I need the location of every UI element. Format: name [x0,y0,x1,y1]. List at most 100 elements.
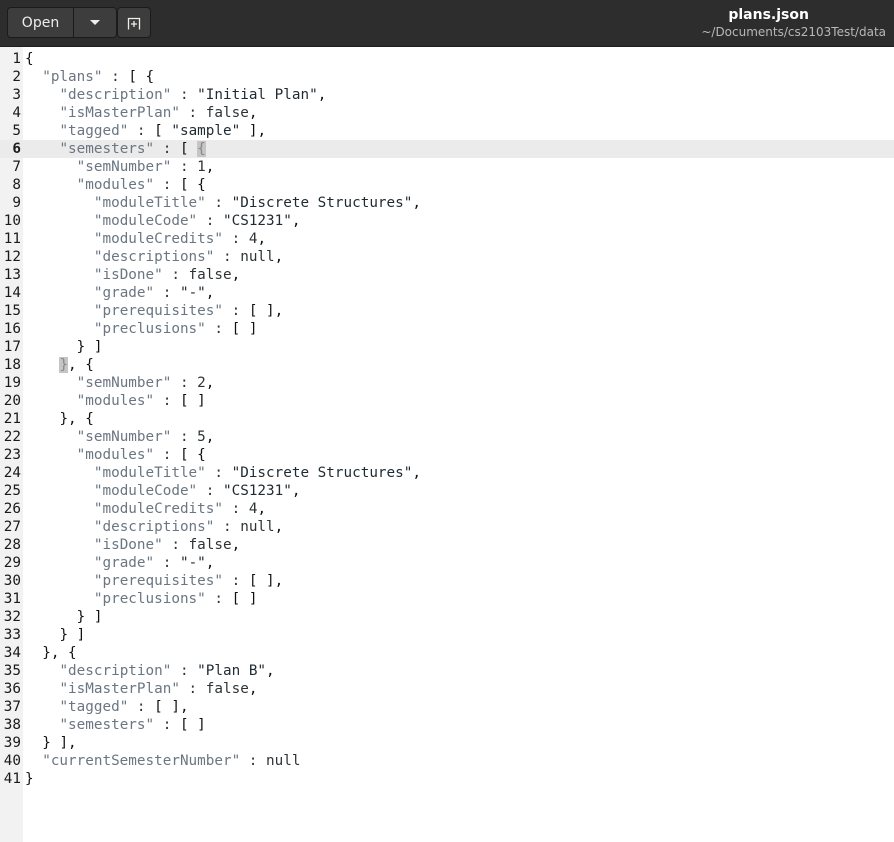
editor-lines: 1{2 "plans" : [ {3 "description" : "Init… [0,50,894,788]
line-text: "semNumber" : 1, [76,159,215,175]
code-line[interactable]: 20 "modules" : [ ] [0,392,894,410]
code-line[interactable]: 17 } ] [0,338,894,356]
code-line[interactable]: 14 "grade" : "-", [0,284,894,302]
code-line[interactable]: 12 "descriptions" : null, [0,248,894,266]
line-number: 18 [3,357,21,373]
line-text: { [25,51,34,67]
code-line[interactable]: 22 "semNumber" : 5, [0,428,894,446]
code-line[interactable]: 38 "semesters" : [ ] [0,716,894,734]
code-line[interactable]: 28 "isDone" : false, [0,536,894,554]
line-text: "preclusions" : [ ] [93,591,258,607]
line-text: "tagged" : [ "sample" ], [59,123,267,139]
line-number: 6 [12,141,21,157]
code-line[interactable]: 8 "modules" : [ { [0,176,894,194]
line-number: 36 [3,681,21,697]
code-line[interactable]: 19 "semNumber" : 2, [0,374,894,392]
line-text: "moduleTitle" : "Discrete Structures", [93,465,421,481]
code-line[interactable]: 15 "prerequisites" : [ ], [0,302,894,320]
line-number: 1 [12,51,21,67]
line-text: "semesters" : [ { [59,141,206,157]
line-number: 23 [3,447,21,463]
code-line[interactable]: 2 "plans" : [ { [0,68,894,86]
line-text: "grade" : "-", [93,555,215,571]
line-number: 19 [3,375,21,391]
line-number: 39 [3,735,21,751]
code-line[interactable]: 32 } ] [0,608,894,626]
line-text: "modules" : [ { [76,447,206,463]
code-line[interactable]: 16 "preclusions" : [ ] [0,320,894,338]
line-number: 20 [3,393,21,409]
line-text: } ], [42,735,77,751]
code-line[interactable]: 1{ [0,50,894,68]
code-line[interactable]: 34 }, { [0,644,894,662]
open-menu-button[interactable] [74,8,116,37]
text-editor[interactable]: 1{2 "plans" : [ {3 "description" : "Init… [0,47,894,842]
code-line[interactable]: 36 "isMasterPlan" : false, [0,680,894,698]
code-line[interactable]: 5 "tagged" : [ "sample" ], [0,122,894,140]
code-line[interactable]: 39 } ], [0,734,894,752]
code-line[interactable]: 21 }, { [0,410,894,428]
code-line[interactable]: 7 "semNumber" : 1, [0,158,894,176]
code-line[interactable]: 6 "semesters" : [ { [0,140,894,158]
line-text: "preclusions" : [ ] [93,321,258,337]
code-line[interactable]: 41} [0,770,894,788]
code-line[interactable]: 27 "descriptions" : null, [0,518,894,536]
code-line[interactable]: 33 } ] [0,626,894,644]
header-bar: Open plans.json ~/Documents/cs2103Test/d… [0,0,894,47]
line-text: "plans" : [ { [42,69,155,85]
line-text: "tagged" : [ ], [59,699,189,715]
line-number: 34 [3,645,21,661]
code-line[interactable]: 4 "isMasterPlan" : false, [0,104,894,122]
line-text: }, { [59,411,94,427]
code-line[interactable]: 10 "moduleCode" : "CS1231", [0,212,894,230]
code-line[interactable]: 40 "currentSemesterNumber" : null [0,752,894,770]
line-number: 33 [3,627,21,643]
line-text: "semesters" : [ ] [59,717,206,733]
line-text: "moduleCredits" : 4, [93,231,267,247]
code-line[interactable]: 9 "moduleTitle" : "Discrete Structures", [0,194,894,212]
open-button[interactable]: Open [8,8,74,37]
line-number: 27 [3,519,21,535]
line-number: 16 [3,321,21,337]
line-text: "moduleTitle" : "Discrete Structures", [93,195,421,211]
line-number: 21 [3,411,21,427]
line-text: "modules" : [ ] [76,393,206,409]
line-number: 37 [3,699,21,715]
code-line[interactable]: 23 "modules" : [ { [0,446,894,464]
line-number: 31 [3,591,21,607]
line-number: 15 [3,303,21,319]
open-button-group: Open [7,7,117,38]
line-text: }, { [59,357,94,373]
new-document-button[interactable] [117,7,151,38]
code-line[interactable]: 30 "prerequisites" : [ ], [0,572,894,590]
window-title-block: plans.json ~/Documents/cs2103Test/data [701,6,886,40]
code-line[interactable]: 3 "description" : "Initial Plan", [0,86,894,104]
line-number: 29 [3,555,21,571]
line-text: "grade" : "-", [93,285,215,301]
chevron-down-icon [90,19,100,25]
code-line[interactable]: 29 "grade" : "-", [0,554,894,572]
code-line[interactable]: 35 "description" : "Plan B", [0,662,894,680]
line-number: 14 [3,285,21,301]
line-number: 11 [3,231,21,247]
line-number: 32 [3,609,21,625]
line-number: 7 [12,159,21,175]
line-text: "isDone" : false, [93,267,241,283]
window-subtitle: ~/Documents/cs2103Test/data [701,25,886,39]
code-line[interactable]: 26 "moduleCredits" : 4, [0,500,894,518]
line-number: 2 [12,69,21,85]
line-number: 3 [12,87,21,103]
line-text: "semNumber" : 2, [76,375,215,391]
code-line[interactable]: 18 }, { [0,356,894,374]
line-text: "isMasterPlan" : false, [59,681,258,697]
code-line[interactable]: 13 "isDone" : false, [0,266,894,284]
code-line[interactable]: 31 "preclusions" : [ ] [0,590,894,608]
code-line[interactable]: 11 "moduleCredits" : 4, [0,230,894,248]
code-line[interactable]: 25 "moduleCode" : "CS1231", [0,482,894,500]
line-text: "description" : "Plan B", [59,663,275,679]
code-line[interactable]: 24 "moduleTitle" : "Discrete Structures"… [0,464,894,482]
line-text: "moduleCode" : "CS1231", [93,213,301,229]
line-number: 28 [3,537,21,553]
line-number: 24 [3,465,21,481]
code-line[interactable]: 37 "tagged" : [ ], [0,698,894,716]
